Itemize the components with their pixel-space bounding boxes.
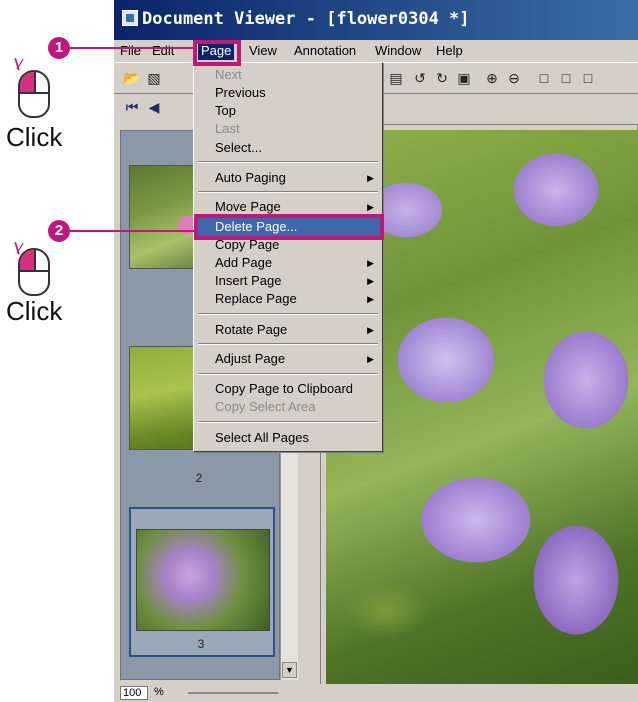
menu-item-label: Add Page <box>215 255 273 270</box>
mouse-left-click-icon <box>18 70 50 118</box>
menu-item-copy-page-to-clipboard[interactable]: Copy Page to Clipboard <box>196 380 380 398</box>
callout-line-1 <box>66 47 194 49</box>
status-bar: 100 % <box>114 684 638 702</box>
menu-item-auto-paging[interactable]: Auto Paging ▶ <box>196 169 380 187</box>
menu-edit[interactable]: Edit <box>152 42 174 60</box>
menu-view[interactable]: View <box>249 42 277 60</box>
thumbnail-page-3-selected[interactable]: 3 <box>129 507 275 657</box>
page-icon[interactable]: ▤ <box>386 68 406 88</box>
menu-separator <box>198 313 378 315</box>
purple-flower-thumbnail-image <box>136 529 270 631</box>
menu-item-rotate-page[interactable]: Rotate Page ▶ <box>196 321 380 339</box>
menu-separator <box>198 421 378 423</box>
step-2-badge: 2 <box>48 220 70 242</box>
window-title: Document Viewer - [flower0304 *] <box>142 9 470 29</box>
submenu-arrow-icon: ▶ <box>367 173 374 183</box>
zoom-out-icon[interactable]: ⊖ <box>504 68 524 88</box>
document-viewer-app-icon <box>122 10 138 26</box>
menu-item-last[interactable]: Last <box>196 120 380 138</box>
menu-window[interactable]: Window <box>375 42 421 60</box>
menu-item-top[interactable]: Top <box>196 102 380 120</box>
zoom-slider[interactable] <box>188 692 278 694</box>
rotate-left-icon[interactable]: ↺ <box>410 68 430 88</box>
submenu-arrow-icon: ▶ <box>367 325 374 335</box>
click-label: Click <box>6 296 63 326</box>
callout-line-2 <box>66 230 196 232</box>
submenu-arrow-icon: ▶ <box>367 354 374 364</box>
thumbnail-view-icon[interactable]: □ <box>578 68 598 88</box>
thumbnail-page-number: 2 <box>195 471 203 485</box>
thumbnail-page-number: 3 <box>197 637 205 651</box>
click-label: Click <box>6 122 63 152</box>
submenu-arrow-icon: ▶ <box>367 294 374 304</box>
menu-item-label: Rotate Page <box>215 322 288 337</box>
first-page-icon[interactable]: ⏮ <box>122 97 142 117</box>
title-bar[interactable]: Document Viewer - [flower0304 *] <box>114 0 638 40</box>
zoom-in-icon[interactable]: ⊕ <box>482 68 502 88</box>
highlight-delete-page <box>194 214 384 240</box>
click-rays-icon: ∖∕ <box>12 56 21 72</box>
zoom-input[interactable]: 100 <box>120 686 148 700</box>
highlight-page-menu <box>193 40 241 66</box>
step-1-badge: 1 <box>48 37 70 59</box>
menu-item-select-all-pages[interactable]: Select All Pages <box>196 429 380 447</box>
menu-item-label: Insert Page <box>215 273 282 288</box>
page-fit-icon[interactable]: ▣ <box>454 68 474 88</box>
single-page-icon[interactable]: □ <box>534 68 554 88</box>
menu-separator <box>198 161 378 163</box>
menu-separator <box>198 343 378 345</box>
previous-page-icon[interactable]: ◀ <box>144 97 164 117</box>
menu-item-next[interactable]: Next <box>196 66 380 84</box>
menu-item-select[interactable]: Select... <box>196 139 380 157</box>
two-page-icon[interactable]: □ <box>556 68 576 88</box>
menu-item-add-page[interactable]: Add Page ▶ <box>196 254 380 272</box>
page-menu-dropdown: Next Previous Top Last Select... Auto Pa… <box>193 62 383 452</box>
submenu-arrow-icon: ▶ <box>367 276 374 286</box>
zoom-unit-label: % <box>154 686 164 698</box>
menu-item-copy-select-area[interactable]: Copy Select Area <box>196 398 380 416</box>
menu-item-label: Auto Paging <box>215 170 286 185</box>
menu-item-label: Adjust Page <box>215 351 286 366</box>
menu-item-label: Move Page <box>215 199 281 214</box>
menu-item-adjust-page[interactable]: Adjust Page ▶ <box>196 350 380 368</box>
click-rays-icon: ∖∕ <box>12 240 21 256</box>
submenu-arrow-icon: ▶ <box>367 258 374 268</box>
menu-separator <box>198 191 378 193</box>
open-folder-icon[interactable]: 📂 <box>122 68 142 88</box>
menu-separator <box>198 373 378 375</box>
save-icon[interactable]: ▧ <box>144 68 164 88</box>
menu-help[interactable]: Help <box>436 42 463 60</box>
menu-item-insert-page[interactable]: Insert Page ▶ <box>196 272 380 290</box>
menu-file[interactable]: File <box>120 42 141 60</box>
rotate-right-icon[interactable]: ↻ <box>432 68 452 88</box>
menu-item-label: Replace Page <box>215 291 297 306</box>
scroll-down-icon[interactable]: ▼ <box>282 662 297 678</box>
menu-item-previous[interactable]: Previous <box>196 84 380 102</box>
mouse-left-click-icon <box>18 248 50 296</box>
menu-annotation[interactable]: Annotation <box>294 42 356 60</box>
menu-item-replace-page[interactable]: Replace Page ▶ <box>196 290 380 308</box>
